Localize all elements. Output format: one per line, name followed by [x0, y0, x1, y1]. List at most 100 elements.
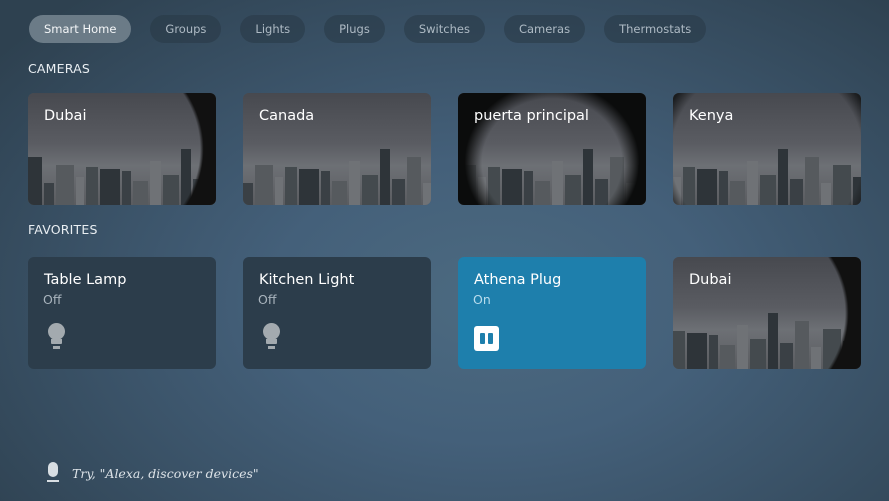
skyline-building	[552, 161, 563, 205]
skyline-building	[805, 157, 819, 205]
skyline-building	[407, 157, 421, 205]
skyline-building	[285, 167, 297, 205]
skyline-building	[193, 179, 206, 205]
skyline-building	[687, 333, 707, 369]
skyline-building	[275, 177, 283, 205]
tab-switches[interactable]: Switches	[403, 15, 485, 43]
skyline-building	[719, 171, 728, 205]
skyline-building	[750, 339, 766, 369]
camera-skyline	[28, 145, 216, 205]
skyline-building	[362, 175, 378, 205]
skyline-building	[853, 177, 861, 205]
skyline-building	[790, 179, 803, 205]
device-name: Kitchen Light	[259, 272, 355, 288]
skyline-building	[535, 181, 550, 205]
skyline-building	[683, 167, 695, 205]
favorites-row: Table Lamp Off Kitchen Light Off Athena …	[28, 257, 861, 369]
skyline-building	[122, 171, 131, 205]
plug-icon	[474, 326, 499, 351]
skyline-building	[524, 171, 533, 205]
skyline-building	[833, 165, 851, 205]
tab-smart-home[interactable]: Smart Home	[29, 15, 132, 43]
camera-card-dubai-favorite[interactable]: Dubai	[673, 257, 861, 369]
skyline-building	[626, 183, 636, 205]
skyline-building	[321, 171, 330, 205]
skyline-building	[778, 149, 788, 205]
camera-name: puerta principal	[474, 108, 589, 124]
tab-cameras[interactable]: Cameras	[503, 15, 586, 43]
skyline-building	[478, 177, 486, 205]
skyline-building	[332, 181, 347, 205]
device-status: Off	[258, 292, 277, 307]
skyline-building	[133, 181, 148, 205]
tab-groups[interactable]: Groups	[150, 15, 222, 43]
skyline-building	[392, 179, 405, 205]
tab-plugs[interactable]: Plugs	[324, 15, 385, 43]
device-status: On	[473, 292, 491, 307]
camera-card-puerta-principal[interactable]: puerta principal	[458, 93, 646, 205]
skyline-building	[853, 331, 861, 369]
skyline-building	[811, 347, 821, 369]
tab-lights[interactable]: Lights	[240, 15, 306, 43]
camera-skyline	[243, 145, 431, 205]
skyline-building	[673, 331, 685, 369]
skyline-building	[380, 149, 390, 205]
lightbulb-icon	[263, 323, 280, 349]
skyline-building	[181, 149, 191, 205]
skyline-building	[821, 183, 831, 205]
device-card-athena-plug[interactable]: Athena Plug On	[458, 257, 646, 369]
lightbulb-icon	[48, 323, 65, 349]
skyline-building	[28, 157, 42, 205]
camera-skyline	[458, 145, 646, 205]
device-name: Table Lamp	[44, 272, 127, 288]
category-tabs: Smart Home Groups Lights Plugs Switches …	[29, 15, 725, 43]
skyline-building	[100, 169, 120, 205]
camera-name: Canada	[259, 108, 315, 124]
skyline-building	[730, 181, 745, 205]
skyline-building	[299, 169, 319, 205]
camera-card-dubai[interactable]: Dubai	[28, 93, 216, 205]
camera-skyline	[673, 145, 861, 205]
voice-hint: Try, "Alexa, discover devices"	[46, 462, 259, 484]
skyline-building	[843, 341, 851, 369]
skyline-building	[610, 157, 624, 205]
skyline-building	[208, 157, 216, 205]
skyline-building	[638, 165, 646, 205]
favorites-section-title: FAVORITES	[28, 222, 98, 237]
skyline-building	[697, 169, 717, 205]
skyline-building	[709, 335, 718, 369]
microphone-icon	[46, 462, 60, 484]
device-name: Athena Plug	[474, 272, 562, 288]
skyline-building	[760, 175, 776, 205]
skyline-building	[163, 175, 179, 205]
camera-name: Kenya	[689, 108, 734, 124]
skyline-building	[795, 321, 809, 369]
skyline-building	[673, 177, 681, 205]
skyline-building	[86, 167, 98, 205]
skyline-building	[458, 165, 476, 205]
skyline-building	[488, 167, 500, 205]
skyline-building	[56, 165, 74, 205]
device-card-table-lamp[interactable]: Table Lamp Off	[28, 257, 216, 369]
skyline-building	[737, 325, 748, 369]
camera-name: Dubai	[44, 108, 87, 124]
voice-hint-text: Try, "Alexa, discover devices"	[72, 465, 259, 481]
skyline-building	[349, 161, 360, 205]
tab-thermostats[interactable]: Thermostats	[604, 15, 707, 43]
device-status: Off	[43, 292, 62, 307]
skyline-building	[823, 329, 841, 369]
cameras-row: Dubai Canada puerta principal Kenya	[28, 93, 861, 205]
camera-card-kenya[interactable]: Kenya	[673, 93, 861, 205]
skyline-building	[747, 161, 758, 205]
skyline-building	[583, 149, 593, 205]
skyline-building	[76, 177, 84, 205]
skyline-building	[565, 175, 581, 205]
skyline-building	[768, 313, 778, 369]
skyline-building	[502, 169, 522, 205]
device-card-kitchen-light[interactable]: Kitchen Light Off	[243, 257, 431, 369]
camera-card-canada[interactable]: Canada	[243, 93, 431, 205]
camera-skyline	[673, 309, 861, 369]
skyline-building	[44, 183, 54, 205]
skyline-building	[595, 179, 608, 205]
skyline-building	[423, 183, 431, 205]
